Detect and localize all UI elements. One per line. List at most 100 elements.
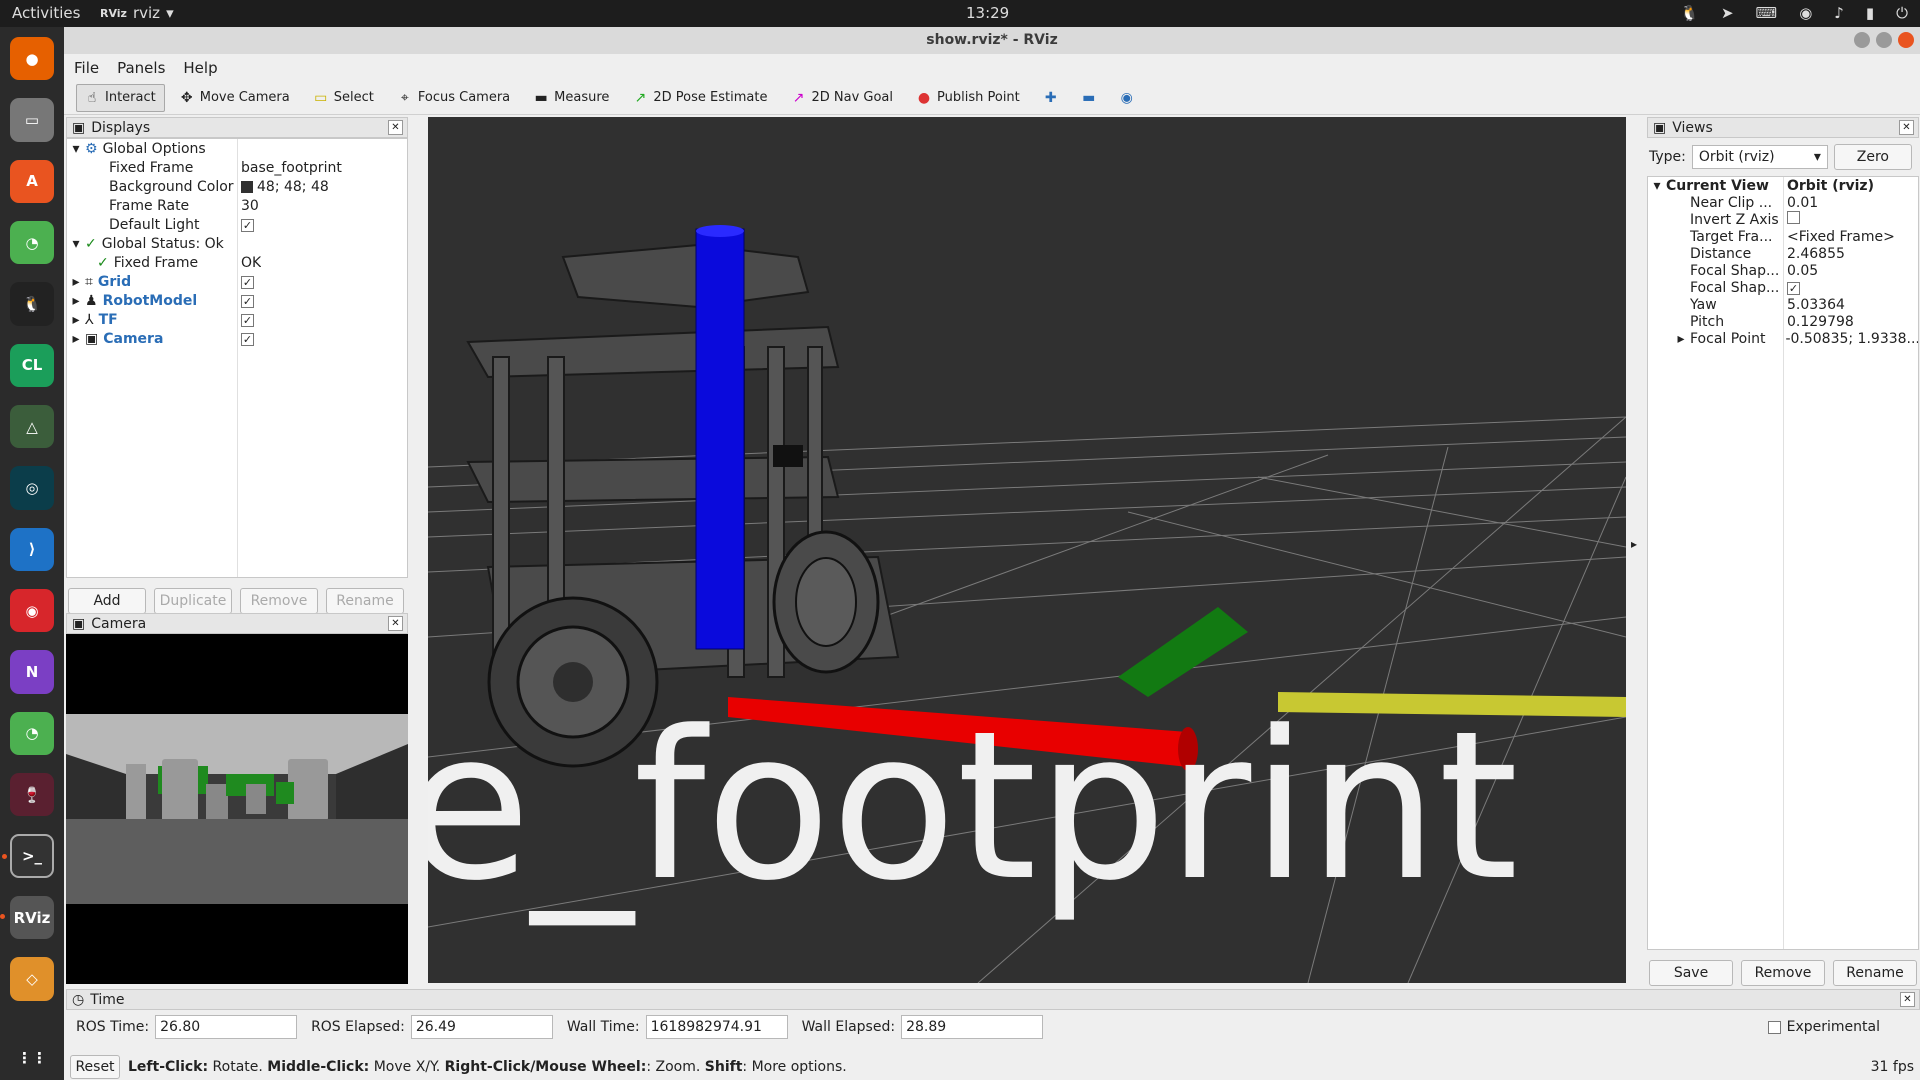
view-prop-row[interactable]: Target Fra... <Fixed Frame> [1648,228,1918,245]
tree-row-fixed-frame[interactable]: Fixed Frame base_footprint [67,158,407,177]
grid-checkbox[interactable]: ✓ [241,275,254,289]
tree-row-grid[interactable]: ▸ ⌗ Grid ✓ [67,272,407,291]
view-prop-row[interactable]: Focal Shap... 0.05 [1648,262,1918,279]
tree-row-tf[interactable]: ▸ ⅄ TF ✓ [67,310,407,329]
view-prop-row[interactable]: Pitch 0.129798 [1648,313,1918,330]
prop-value[interactable]: 5.03364 [1783,297,1845,313]
fixed-frame-value[interactable]: base_footprint [237,160,342,176]
measure-button[interactable]: ▬ Measure [525,84,618,112]
expand-right-icon[interactable]: ▸ [67,331,85,347]
frame-rate-value[interactable]: 30 [237,198,259,214]
add-button[interactable]: Add [68,588,146,614]
pose-estimate-button[interactable]: ↗ 2D Pose Estimate [624,84,776,112]
current-view-row[interactable]: ▾ Current View Orbit (rviz) [1648,177,1918,194]
rviz-icon[interactable]: RViz [0,895,54,940]
move-camera-button[interactable]: ✥ Move Camera [171,84,299,112]
activities-button[interactable]: Activities [12,4,80,22]
view-type-select[interactable]: Orbit (rviz) ▾ [1691,145,1828,169]
wechat-icon[interactable]: ◔ [10,221,54,265]
penguin-icon[interactable]: 🐧 [1680,4,1699,22]
wine-icon[interactable]: 🍷 [10,773,54,817]
clion-icon[interactable]: CL [10,343,54,388]
select-button[interactable]: ▭ Select [305,84,383,112]
wall-elapsed-field[interactable]: 28.89 [901,1015,1044,1039]
add-tool-button[interactable]: ✚ [1035,84,1067,112]
terminal-icon[interactable]: >_ [2,834,54,878]
menu-help[interactable]: Help [183,59,217,77]
keyboard-icon[interactable]: ⌨ [1756,4,1778,22]
minimize-button[interactable] [1854,32,1870,48]
experimental-checkbox[interactable] [1767,1020,1781,1034]
close-icon[interactable]: ✕ [388,120,403,135]
netease-music-icon[interactable]: ◉ [10,589,54,633]
camera-checkbox[interactable]: ✓ [241,332,254,346]
prop-value[interactable]: 0.05 [1783,263,1818,279]
tree-row-default-light[interactable]: Default Light ✓ [67,215,407,234]
camera-image[interactable] [66,634,408,984]
robotmodel-checkbox[interactable]: ✓ [241,294,254,308]
invert-z-checkbox[interactable] [1787,211,1800,224]
prop-value[interactable]: 2.46855 [1783,246,1845,262]
remove-view-button[interactable]: Remove [1741,960,1825,986]
prop-value[interactable]: 0.01 [1783,195,1818,211]
system-tray[interactable]: 🐧 ➤ ⌨ ◉ ♪ ▮ ⏻ [1680,4,1908,22]
expand-right-icon[interactable]: ▸ [67,312,85,328]
rename-button[interactable]: Rename [326,588,404,614]
tree-row-background-color[interactable]: Background Color 48; 48; 48 [67,177,407,196]
view-prop-row[interactable]: Near Clip ... 0.01 [1648,194,1918,211]
show-apps-icon[interactable]: ⋮⋮ [10,1037,54,1080]
software-center-icon[interactable]: A [10,159,54,204]
view-prop-row[interactable]: Invert Z Axis [1648,211,1918,228]
view-prop-row[interactable]: Distance 2.46855 [1648,245,1918,262]
rename-view-button[interactable]: Rename [1833,960,1917,986]
background-color-value[interactable]: 48; 48; 48 [257,179,329,195]
expand-down-icon[interactable]: ▾ [1648,178,1666,194]
close-icon[interactable]: ✕ [388,616,403,631]
expand-down-icon[interactable]: ▾ [67,141,85,157]
reset-button[interactable]: Reset [70,1054,120,1079]
firefox-icon[interactable]: ● [10,37,54,81]
wifi-icon[interactable]: ◉ [1799,4,1812,22]
expand-right-icon[interactable]: ▸ [1672,331,1690,347]
tree-row-camera[interactable]: ▸ ▣ Camera ✓ [67,329,407,348]
battery-icon[interactable]: ▮ [1866,4,1874,22]
tree-row-frame-rate[interactable]: Frame Rate 30 [67,196,407,215]
prop-value[interactable]: <Fixed Frame> [1783,229,1895,245]
tree-row-global-options[interactable]: ▾ ⚙ Global Options [67,139,407,158]
menu-panels[interactable]: Panels [117,59,165,77]
nav-goal-button[interactable]: ↗ 2D Nav Goal [782,84,902,112]
files-icon[interactable]: ▭ [10,98,54,142]
qq-icon[interactable]: 🐧 [10,282,54,326]
send-icon[interactable]: ➤ [1721,4,1734,22]
expand-right-icon[interactable]: ▸ [67,274,85,290]
tool-properties-button[interactable]: ◉ [1111,84,1143,112]
vscode-icon[interactable]: ⟩ [10,527,54,572]
focus-camera-button[interactable]: ⌖ Focus Camera [389,84,519,112]
focal-shape-checkbox[interactable]: ✓ [1787,281,1800,295]
3d-viewport[interactable]: se_footprint ◂ [428,117,1626,983]
duplicate-button[interactable]: Duplicate [154,588,232,614]
default-light-checkbox[interactable]: ✓ [241,218,254,232]
clock[interactable]: 13:29 [966,4,1009,22]
prop-value[interactable]: -0.50835; 1.9338... [1781,331,1918,347]
collapse-right-icon[interactable]: ▸ [1631,537,1637,551]
expand-down-icon[interactable]: ▾ [67,236,85,252]
close-button[interactable] [1898,32,1914,48]
ros-time-field[interactable]: 26.80 [155,1015,298,1039]
expand-right-icon[interactable]: ▸ [67,293,85,309]
tree-row-robotmodel[interactable]: ▸ ♟ RobotModel ✓ [67,291,407,310]
ros-elapsed-field[interactable]: 26.49 [410,1015,553,1039]
tf-checkbox[interactable]: ✓ [241,313,254,327]
remove-tool-button[interactable]: ▬ [1073,84,1105,112]
prop-value[interactable]: 0.129798 [1783,314,1854,330]
save-view-button[interactable]: Save [1649,960,1733,986]
volume-icon[interactable]: ♪ [1834,4,1844,22]
tree-row-status-fixed-frame[interactable]: ✓ Fixed Frame OK [67,253,407,272]
menu-file[interactable]: File [74,59,99,77]
onenote-icon[interactable]: N [10,650,54,694]
view-prop-row[interactable]: Yaw 5.03364 [1648,296,1918,313]
close-icon[interactable]: ✕ [1900,992,1915,1007]
gitkraken-icon[interactable]: ◎ [10,466,54,510]
color-swatch[interactable] [241,180,253,193]
publish-point-button[interactable]: ● Publish Point [908,84,1029,112]
